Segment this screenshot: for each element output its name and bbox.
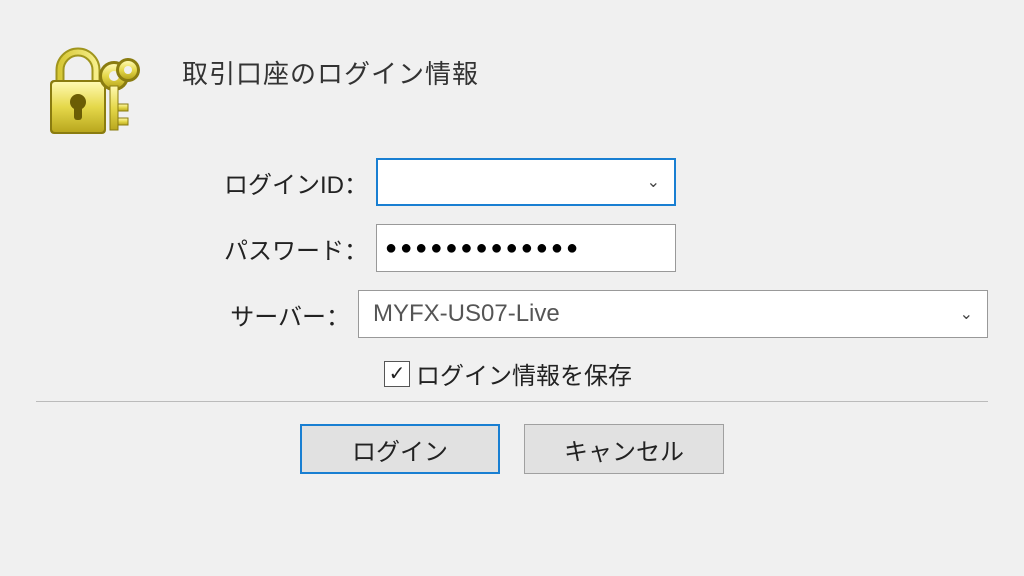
login-dialog: 取引口座のログイン情報 ログインID： ⌄ パスワード： ●●●●●●●●●●●… [0, 0, 1024, 576]
save-login-label: ログイン情報を保存 [416, 356, 632, 391]
label-server: サーバー： [36, 297, 358, 332]
server-value: MYFX-US07-Live [373, 300, 560, 328]
label-login-id: ログインID： [36, 165, 376, 200]
row-save-login: ✓ ログイン情報を保存 [384, 356, 988, 391]
chevron-down-icon: ⌄ [647, 172, 666, 192]
login-button-label: ログイン [352, 432, 448, 467]
label-password: パスワード： [36, 231, 376, 266]
row-login-id: ログインID： ⌄ [36, 158, 988, 206]
lock-keys-icon [36, 40, 146, 150]
login-form: ログインID： ⌄ パスワード： ●●●●●●●●●●●●● サーバー： MYF… [36, 158, 988, 391]
login-id-combobox[interactable]: ⌄ [376, 158, 676, 206]
dialog-buttons: ログイン キャンセル [36, 424, 988, 474]
row-server: サーバー： MYFX-US07-Live ⌄ [36, 290, 988, 338]
dialog-title: 取引口座のログイン情報 [182, 40, 479, 91]
cancel-button[interactable]: キャンセル [524, 424, 724, 474]
check-icon: ✓ [389, 361, 406, 386]
login-button[interactable]: ログイン [300, 424, 500, 474]
cancel-button-label: キャンセル [564, 432, 684, 467]
divider [36, 401, 988, 402]
server-combobox[interactable]: MYFX-US07-Live ⌄ [358, 290, 988, 338]
row-password: パスワード： ●●●●●●●●●●●●● [36, 224, 988, 272]
chevron-down-icon: ⌄ [960, 304, 979, 324]
dialog-header: 取引口座のログイン情報 [36, 40, 988, 150]
password-field[interactable]: ●●●●●●●●●●●●● [376, 224, 676, 272]
password-value: ●●●●●●●●●●●●● [385, 237, 581, 260]
save-login-checkbox[interactable]: ✓ [384, 361, 410, 387]
